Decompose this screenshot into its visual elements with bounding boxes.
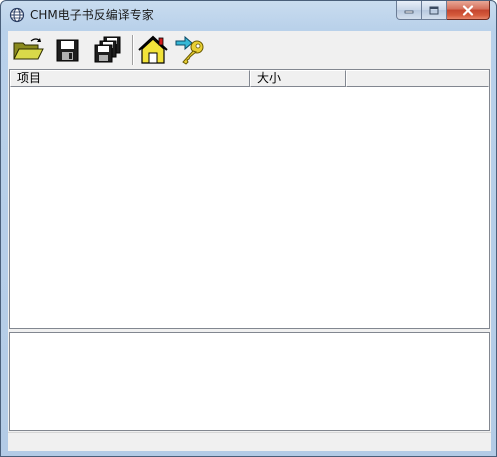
column-header-size[interactable]: 大小 (250, 70, 346, 87)
status-bar (8, 432, 491, 451)
minimize-icon (404, 10, 414, 14)
caption-buttons (396, 1, 490, 20)
column-header-filler (346, 70, 489, 87)
maximize-icon (429, 6, 439, 14)
minimize-button[interactable] (396, 1, 422, 20)
detail-pane[interactable] (9, 332, 490, 431)
globe-icon[interactable] (9, 7, 25, 23)
client-area: 项目 大小 (8, 31, 491, 451)
open-folder-icon (13, 38, 44, 60)
item-list[interactable]: 项目 大小 (9, 69, 490, 329)
save-button[interactable] (51, 34, 85, 66)
window-title: CHM电子书反编译专家 (30, 8, 154, 22)
toolbar-separator (132, 35, 134, 65)
house-icon (138, 35, 168, 64)
close-icon (462, 4, 474, 16)
key-arrow-icon (175, 35, 204, 65)
title-bar[interactable]: CHM电子书反编译专家 (1, 1, 496, 29)
open-folder-button[interactable] (11, 34, 45, 66)
app-window: CHM电子书反编译专家 项目 大小 (0, 0, 497, 457)
multiple-floppy-icon (94, 36, 121, 63)
maximize-button[interactable] (422, 1, 447, 20)
column-header-item[interactable]: 项目 (10, 70, 250, 87)
list-header: 项目 大小 (10, 70, 489, 87)
floppy-disk-icon (56, 39, 79, 62)
exit-button[interactable] (174, 34, 208, 66)
toolbar (8, 31, 491, 69)
list-body[interactable] (10, 87, 489, 328)
save-all-button[interactable] (90, 34, 124, 66)
home-button[interactable] (136, 34, 170, 66)
close-button[interactable] (447, 1, 490, 20)
